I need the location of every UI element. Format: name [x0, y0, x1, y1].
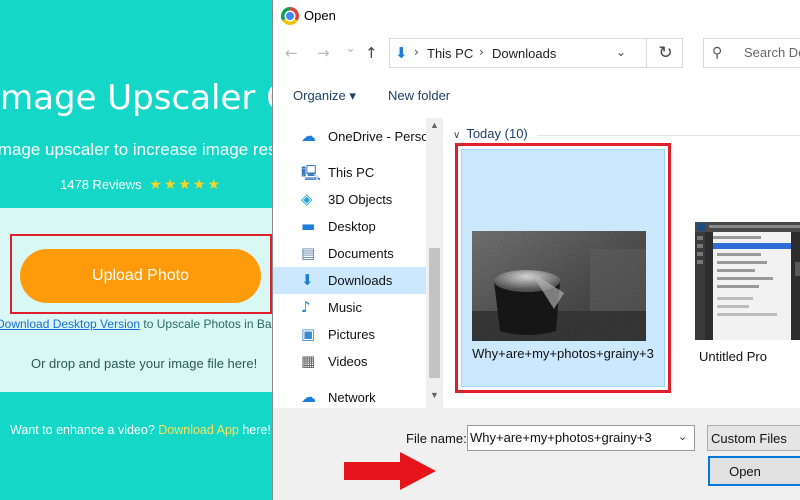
search-icon: ⚲: [712, 45, 723, 61]
hero-section: Image Upscaler O image upscaler to incre…: [0, 0, 272, 208]
red-arrow-pointer-icon: [344, 452, 436, 490]
file-item-selected[interactable]: Why+are+my+photos+grainy+3: [461, 149, 665, 387]
forward-arrow-icon[interactable]: →: [317, 44, 330, 62]
crumb-this-pc[interactable]: This PC: [427, 46, 473, 61]
open-button[interactable]: Open: [708, 456, 800, 486]
file-type-select[interactable]: Custom Files: [707, 425, 800, 451]
file-type-value: Custom Files: [711, 431, 787, 446]
sidebar-item-label: Downloads: [328, 273, 393, 288]
sidebar-item-icon: ▬: [301, 217, 316, 235]
navigation-pane: ☁ OneDrive - Persona 🖳 This PC ◈ 3D Objects ▬ D…: [273, 118, 426, 408]
scroll-thumb[interactable]: [429, 248, 440, 378]
sidebar-item-icon: ▣: [301, 325, 316, 343]
sidebar-item-icon: ☁: [301, 127, 316, 145]
file-name-dropdown-icon[interactable]: ⌄: [678, 430, 687, 443]
photoshop-screenshot-thumbnail: [695, 222, 800, 340]
sidebar-item-label: Pictures: [328, 327, 375, 342]
sidebar-item-label: 3D Objects: [328, 192, 393, 207]
download-desktop-line: Download Desktop Version to Upscale Phot…: [0, 317, 272, 331]
new-folder-button[interactable]: New folder: [388, 88, 450, 103]
file-pane: ∨ Today (10) Why+are+my+photos+grainy+3 …: [445, 118, 800, 408]
sidebar-item-pictures[interactable]: ▣ Pictures: [273, 321, 426, 348]
organize-button[interactable]: Organize ▾: [293, 88, 356, 104]
search-input[interactable]: [744, 45, 800, 60]
file-name-label: Why+are+my+photos+grainy+3: [472, 346, 654, 361]
recent-locations-icon[interactable]: ⌄: [345, 41, 356, 56]
sidebar-item-label: Desktop: [328, 219, 376, 234]
scroll-up-icon[interactable]: ▲: [430, 120, 439, 130]
sidebar-item-videos[interactable]: ▦ Videos: [273, 348, 426, 375]
collapse-chevron-icon[interactable]: ∨: [453, 130, 460, 141]
sidebar-item-icon: ◈: [301, 190, 313, 208]
scroll-down-icon[interactable]: ▼: [430, 390, 439, 400]
sidebar-item-3d-objects[interactable]: ◈ 3D Objects: [273, 186, 426, 213]
sidebar-item-label: Documents: [328, 246, 394, 261]
download-app-link[interactable]: Download App: [158, 423, 239, 437]
file-name-label: Untitled Pro: [699, 349, 767, 364]
crumb-downloads[interactable]: Downloads: [492, 46, 556, 61]
group-header-today[interactable]: ∨ Today (10): [453, 126, 528, 141]
dialog-titlebar: Open: [273, 0, 800, 32]
sidebar-item-music[interactable]: ♪ Music: [273, 294, 426, 321]
navigation-bar: ← → ⌄ ↑ ⬇ › This PC › Downloads ⌄ ↻ ⚲: [273, 32, 800, 76]
dialog-title: Open: [304, 8, 336, 23]
footer-prefix: Want to enhance a video?: [10, 423, 159, 437]
sidebar-item-label: Videos: [328, 354, 368, 369]
sidebar-item-icon: ☁: [301, 388, 316, 406]
sidebar-item-icon: ▦: [301, 352, 316, 370]
sidebar-item-icon: ⬇: [301, 271, 314, 289]
sidebar-item-label: Network: [328, 390, 376, 405]
sidebar-item-label: This PC: [328, 165, 375, 180]
grainy-photo-thumbnail: [472, 231, 646, 341]
sidebar-item-icon: 🖳: [301, 164, 322, 182]
crumb-separator: ›: [479, 45, 484, 59]
file-name-input[interactable]: [470, 430, 670, 445]
search-box[interactable]: ⚲: [703, 38, 800, 68]
dialog-toolbar: Organize ▾ New folder: [273, 76, 800, 114]
download-arrow-icon: ⬇: [395, 44, 408, 62]
chrome-icon: [281, 7, 299, 25]
download-desktop-link[interactable]: Download Desktop Version: [0, 317, 140, 331]
address-bar[interactable]: ⬇ › This PC › Downloads ⌄ ↻: [389, 38, 683, 68]
up-arrow-icon[interactable]: ↑: [365, 44, 378, 62]
sidebar-item-network[interactable]: ☁ Network: [273, 384, 426, 408]
sidebar-item-label: OneDrive - Persona: [328, 129, 426, 144]
sidebar-item-icon: ♪: [301, 298, 311, 316]
footer-banner: Want to enhance a video? Download App he…: [0, 392, 272, 500]
group-label: Today (10): [466, 126, 528, 141]
reviews-count: 1478 Reviews: [60, 177, 142, 192]
footer-suffix: here!: [238, 423, 271, 437]
background-webpage: Image Upscaler O image upscaler to incre…: [0, 0, 272, 500]
navigation-scrollbar[interactable]: ▲ ▼: [426, 118, 443, 408]
upload-photo-button[interactable]: Upload Photo: [20, 249, 261, 303]
photoshop-menu-thumbnail-icon: [695, 222, 800, 340]
address-dropdown-icon[interactable]: ⌄: [616, 45, 626, 59]
sidebar-item-desktop[interactable]: ▬ Desktop: [273, 213, 426, 240]
reviews-summary: 1478 Reviews ★★★★★: [60, 176, 222, 193]
page-title: Image Upscaler O: [0, 78, 272, 118]
open-file-dialog: Open ← → ⌄ ↑ ⬇ › This PC › Downloads ⌄ ↻…: [272, 0, 800, 500]
download-desktop-rest: to Upscale Photos in Ba: [140, 317, 272, 331]
page-subtitle: image upscaler to increase image reso: [0, 140, 272, 159]
sidebar-item-icon: ▤: [301, 244, 316, 262]
drop-hint: Or drop and paste your image file here!: [31, 356, 258, 371]
file-item[interactable]: Untitled Pro: [685, 149, 800, 387]
footer-text: Want to enhance a video? Download App he…: [10, 423, 271, 437]
rating-stars-icon: ★★★★★: [149, 176, 223, 192]
sidebar-item-documents[interactable]: ▤ Documents: [273, 240, 426, 267]
sidebar-item-this-pc[interactable]: 🖳 This PC: [273, 159, 426, 186]
file-name-label-text: File name:: [406, 431, 467, 446]
refresh-button[interactable]: ↻: [646, 39, 684, 67]
sidebar-item-downloads[interactable]: ⬇ Downloads: [273, 267, 426, 294]
crumb-separator: ›: [414, 45, 419, 59]
group-divider: [537, 135, 800, 136]
sidebar-item-label: Music: [328, 300, 362, 315]
sidebar-item-onedrive-persona[interactable]: ☁ OneDrive - Persona: [273, 123, 426, 150]
file-name-field[interactable]: ⌄: [467, 425, 695, 451]
back-arrow-icon[interactable]: ←: [285, 44, 298, 62]
